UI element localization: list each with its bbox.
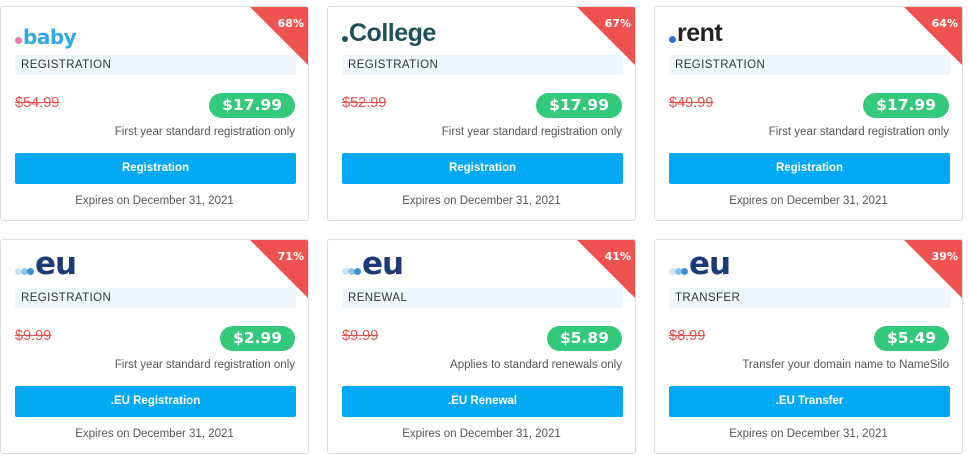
original-price: $9.99 — [342, 328, 379, 344]
promo-note: Transfer your domain name to NameSilo — [742, 359, 949, 371]
promo-type-label: REGISTRATION — [15, 288, 296, 308]
eu-registration-button[interactable]: .EU Registration — [15, 386, 296, 417]
expiry-text: Expires on December 31, 2021 — [402, 428, 561, 440]
expiry-text: Expires on December 31, 2021 — [75, 195, 234, 207]
college-logo: College — [342, 18, 436, 48]
eu-dots-icon — [669, 268, 688, 275]
discount-badge: 64% — [931, 17, 958, 30]
sale-price-badge: $17.99 — [536, 93, 622, 118]
promo-card-rent: 64% rent REGISTRATION $49.99 $17.99 Firs… — [654, 6, 963, 221]
promo-grid: 68% baby REGISTRATION $54.99 $17.99 Firs… — [0, 0, 968, 462]
expiry-text: Expires on December 31, 2021 — [402, 195, 561, 207]
dark-dot-icon — [342, 36, 348, 42]
promo-note: First year standard registration only — [114, 126, 295, 138]
promo-type-label: RENEWAL — [342, 288, 623, 308]
original-price: $8.99 — [669, 328, 706, 344]
original-price: $9.99 — [15, 328, 52, 344]
original-price: $54.99 — [15, 95, 60, 111]
promo-type-label: REGISTRATION — [669, 55, 950, 75]
eu-dots-icon — [15, 268, 34, 275]
promo-note: First year standard registration only — [768, 126, 949, 138]
promo-note: Applies to standard renewals only — [450, 359, 622, 371]
eu-logo-text: eu — [689, 246, 731, 282]
expiry-text: Expires on December 31, 2021 — [729, 428, 888, 440]
eu-logo: eu — [342, 246, 404, 282]
rent-logo: rent — [669, 18, 723, 48]
eu-logo-text: eu — [362, 246, 404, 282]
eu-logo-text: eu — [35, 246, 77, 282]
registration-button[interactable]: Registration — [669, 153, 950, 184]
promo-note: First year standard registration only — [441, 126, 622, 138]
baby-logo: baby — [15, 19, 77, 49]
sale-price-badge: $5.89 — [546, 326, 622, 351]
registration-button[interactable]: Registration — [15, 153, 296, 184]
promo-type-label: REGISTRATION — [342, 55, 623, 75]
expiry-text: Expires on December 31, 2021 — [729, 195, 888, 207]
eu-logo: eu — [669, 246, 731, 282]
registration-button[interactable]: Registration — [342, 153, 623, 184]
sale-price-badge: $2.99 — [219, 326, 295, 351]
original-price: $49.99 — [669, 95, 714, 111]
rent-logo-text: rent — [677, 19, 723, 47]
eu-dots-icon — [342, 268, 361, 275]
discount-badge: 39% — [931, 250, 958, 263]
promo-type-label: TRANSFER — [669, 288, 950, 308]
promo-card-college: 67% College REGISTRATION $52.99 $17.99 F… — [327, 6, 636, 221]
promo-card-eu-registration: 71% eu REGISTRATION $9.99 $2.99 First ye… — [0, 239, 309, 454]
discount-badge: 71% — [277, 250, 304, 263]
promo-card-baby: 68% baby REGISTRATION $54.99 $17.99 Firs… — [0, 6, 309, 221]
promo-note: First year standard registration only — [114, 359, 295, 371]
sale-price-badge: $17.99 — [863, 93, 949, 118]
discount-badge: 41% — [604, 250, 631, 263]
promo-card-eu-renewal: 41% eu RENEWAL $9.99 $5.89 Applies to st… — [327, 239, 636, 454]
expiry-text: Expires on December 31, 2021 — [75, 428, 234, 440]
promo-type-label: REGISTRATION — [15, 55, 296, 75]
discount-badge: 68% — [277, 17, 304, 30]
original-price: $52.99 — [342, 95, 387, 111]
eu-transfer-button[interactable]: .EU Transfer — [669, 386, 950, 417]
college-logo-text: College — [349, 19, 436, 47]
pink-dot-icon — [15, 37, 22, 44]
eu-renewal-button[interactable]: .EU Renewal — [342, 386, 623, 417]
sale-price-badge: $5.49 — [873, 326, 949, 351]
baby-logo-text: baby — [23, 25, 77, 49]
promo-card-eu-transfer: 39% eu TRANSFER $8.99 $5.49 Transfer you… — [654, 239, 963, 454]
blue-dot-icon — [669, 36, 676, 43]
eu-logo: eu — [15, 246, 77, 282]
discount-badge: 67% — [604, 17, 631, 30]
sale-price-badge: $17.99 — [209, 93, 295, 118]
